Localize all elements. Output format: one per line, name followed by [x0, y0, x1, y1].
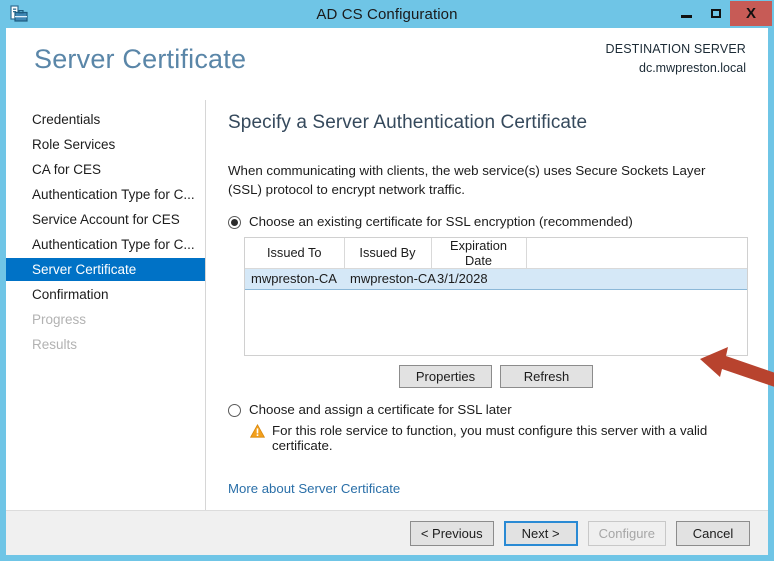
- option-existing-certificate-label: Choose an existing certificate for SSL e…: [249, 213, 633, 229]
- column-header-expiration-date[interactable]: Expiration Date: [431, 237, 527, 269]
- certificate-table-body: mwpreston-CA mwpreston-CA 3/1/2028: [245, 267, 747, 290]
- intro-text: When communicating with clients, the web…: [228, 163, 706, 198]
- page-title: Server Certificate: [34, 44, 247, 74]
- wizard-steps-sidebar: Credentials Role Services CA for CES Aut…: [6, 100, 206, 510]
- maximize-icon: [710, 9, 721, 18]
- previous-button[interactable]: < Previous: [409, 520, 494, 546]
- option-assign-later[interactable]: Choose and assign a certificate for SSL …: [228, 402, 746, 417]
- minimize-icon: [681, 15, 692, 18]
- sidebar-item-confirmation[interactable]: Confirmation: [6, 283, 205, 306]
- title-bar[interactable]: AD CS Configuration X: [0, 0, 774, 28]
- maximize-button[interactable]: [701, 1, 730, 26]
- cell-filler: [526, 267, 747, 290]
- sidebar-item-authentication-type-2[interactable]: Authentication Type for C...: [6, 233, 205, 256]
- destination-server-label: DESTINATION SERVER: [605, 42, 746, 56]
- window-title: AD CS Configuration: [316, 5, 458, 23]
- sidebar-item-ca-for-ces[interactable]: CA for CES: [6, 158, 205, 181]
- dialog-header: Server Certificate DESTINATION SERVER dc…: [6, 28, 768, 100]
- destination-server-block: DESTINATION SERVER dc.mwpreston.local: [606, 40, 746, 79]
- sidebar-item-authentication-type-1[interactable]: Authentication Type for C...: [6, 183, 205, 206]
- sidebar-item-role-services[interactable]: Role Services: [6, 133, 205, 156]
- radio-existing-certificate-icon[interactable]: [228, 215, 241, 229]
- refresh-button[interactable]: Refresh: [500, 364, 593, 388]
- column-header-issued-by[interactable]: Issued By: [344, 237, 432, 269]
- warning-triangle-icon: [249, 423, 266, 438]
- sidebar-item-server-certificate[interactable]: Server Certificate: [6, 258, 205, 281]
- sidebar-item-progress: Progress: [32, 312, 87, 327]
- ad-cs-configuration-window: AD CS Configuration X Server Certificate…: [0, 0, 774, 561]
- radio-assign-later-icon[interactable]: [228, 403, 241, 417]
- table-row[interactable]: mwpreston-CA mwpreston-CA 3/1/2028: [245, 267, 747, 290]
- destination-server-value: dc.mwpreston.local: [639, 61, 746, 76]
- cell-issued-to: mwpreston-CA: [245, 267, 344, 290]
- cancel-button[interactable]: Cancel: [676, 520, 750, 546]
- certificate-list-panel[interactable]: Issued To Issued By Expiration Date mwpr…: [244, 236, 748, 356]
- minimize-button[interactable]: [672, 1, 701, 26]
- configure-button: Configure: [587, 520, 666, 546]
- sidebar-item-service-account-for-ces[interactable]: Service Account for CES: [6, 208, 205, 231]
- cell-issued-by: mwpreston-CA: [344, 267, 436, 290]
- option-existing-certificate[interactable]: Choose an existing certificate for SSL e…: [228, 214, 746, 229]
- sidebar-item-results: Results: [32, 337, 78, 352]
- close-button[interactable]: X: [730, 1, 772, 26]
- table-header-row: Issued To Issued By Expiration Date: [245, 237, 747, 269]
- certificate-server-icon: [8, 3, 30, 25]
- dialog-content: Credentials Role Services CA for CES Aut…: [6, 100, 774, 510]
- table-action-buttons: Properties Refresh: [244, 364, 748, 388]
- certificate-table-header: Issued To Issued By Expiration Date: [245, 237, 747, 269]
- main-panel: Specify a Server Authentication Certific…: [206, 100, 774, 510]
- properties-button[interactable]: Properties: [399, 364, 492, 388]
- column-header-issued-to[interactable]: Issued To: [245, 237, 345, 269]
- more-about-server-certificate-link[interactable]: More about Server Certificate: [228, 481, 400, 496]
- certificate-table: Issued To Issued By Expiration Date mwpr…: [245, 237, 747, 290]
- option-assign-later-label: Choose and assign a certificate for SSL …: [249, 401, 512, 417]
- warning-text: For this role service to function, you m…: [272, 422, 708, 453]
- dialog-footer: < Previous Next > Configure Cancel: [6, 510, 768, 555]
- next-button[interactable]: Next >: [503, 520, 578, 546]
- main-heading: Specify a Server Authentication Certific…: [228, 112, 588, 133]
- cell-expiration-date: 3/1/2028: [431, 267, 526, 290]
- sidebar-item-credentials[interactable]: Credentials: [6, 108, 205, 131]
- warning-message: For this role service to function, you m…: [249, 422, 746, 453]
- dialog-body: Server Certificate DESTINATION SERVER dc…: [6, 28, 774, 555]
- window-controls: X: [672, 1, 772, 26]
- column-header-filler: [526, 237, 747, 269]
